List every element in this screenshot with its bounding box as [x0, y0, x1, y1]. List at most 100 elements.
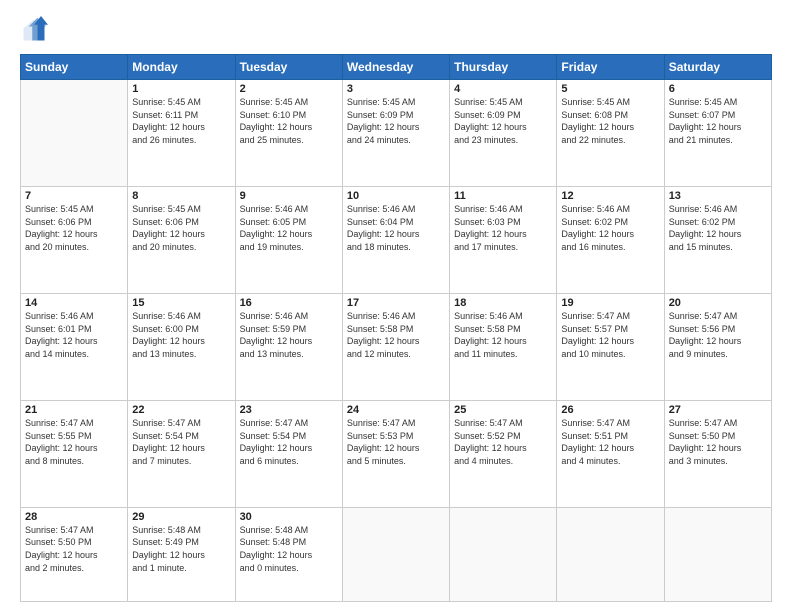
cell-w1-d1: 1Sunrise: 5:45 AMSunset: 6:11 PMDaylight… [128, 80, 235, 187]
cell-w1-d3: 3Sunrise: 5:45 AMSunset: 6:09 PMDaylight… [342, 80, 449, 187]
calendar-table: Sunday Monday Tuesday Wednesday Thursday… [20, 54, 772, 602]
cell-w1-d4: 4Sunrise: 5:45 AMSunset: 6:09 PMDaylight… [450, 80, 557, 187]
cell-w5-d4 [450, 507, 557, 601]
day-number: 1 [132, 83, 230, 95]
day-number: 14 [25, 297, 123, 309]
page: Sunday Monday Tuesday Wednesday Thursday… [0, 0, 792, 612]
day-info: Sunrise: 5:47 AMSunset: 5:52 PMDaylight:… [454, 417, 552, 467]
cell-w3-d0: 14Sunrise: 5:46 AMSunset: 6:01 PMDayligh… [21, 293, 128, 400]
day-number: 20 [669, 297, 767, 309]
cell-w4-d2: 23Sunrise: 5:47 AMSunset: 5:54 PMDayligh… [235, 400, 342, 507]
col-monday: Monday [128, 55, 235, 80]
cell-w1-d0 [21, 80, 128, 187]
day-number: 4 [454, 83, 552, 95]
day-number: 8 [132, 190, 230, 202]
day-number: 11 [454, 190, 552, 202]
day-info: Sunrise: 5:47 AMSunset: 5:54 PMDaylight:… [132, 417, 230, 467]
cell-w4-d6: 27Sunrise: 5:47 AMSunset: 5:50 PMDayligh… [664, 400, 771, 507]
cell-w1-d2: 2Sunrise: 5:45 AMSunset: 6:10 PMDaylight… [235, 80, 342, 187]
day-number: 17 [347, 297, 445, 309]
day-number: 5 [561, 83, 659, 95]
cell-w3-d1: 15Sunrise: 5:46 AMSunset: 6:00 PMDayligh… [128, 293, 235, 400]
day-number: 23 [240, 404, 338, 416]
day-number: 19 [561, 297, 659, 309]
cell-w3-d6: 20Sunrise: 5:47 AMSunset: 5:56 PMDayligh… [664, 293, 771, 400]
col-sunday: Sunday [21, 55, 128, 80]
week-row-3: 14Sunrise: 5:46 AMSunset: 6:01 PMDayligh… [21, 293, 772, 400]
day-number: 12 [561, 190, 659, 202]
day-info: Sunrise: 5:48 AMSunset: 5:49 PMDaylight:… [132, 524, 230, 574]
day-info: Sunrise: 5:45 AMSunset: 6:10 PMDaylight:… [240, 96, 338, 146]
day-info: Sunrise: 5:45 AMSunset: 6:09 PMDaylight:… [347, 96, 445, 146]
cell-w2-d5: 12Sunrise: 5:46 AMSunset: 6:02 PMDayligh… [557, 186, 664, 293]
day-info: Sunrise: 5:46 AMSunset: 6:05 PMDaylight:… [240, 203, 338, 253]
cell-w1-d6: 6Sunrise: 5:45 AMSunset: 6:07 PMDaylight… [664, 80, 771, 187]
week-row-2: 7Sunrise: 5:45 AMSunset: 6:06 PMDaylight… [21, 186, 772, 293]
cell-w4-d5: 26Sunrise: 5:47 AMSunset: 5:51 PMDayligh… [557, 400, 664, 507]
cell-w3-d4: 18Sunrise: 5:46 AMSunset: 5:58 PMDayligh… [450, 293, 557, 400]
day-number: 13 [669, 190, 767, 202]
col-saturday: Saturday [664, 55, 771, 80]
cell-w1-d5: 5Sunrise: 5:45 AMSunset: 6:08 PMDaylight… [557, 80, 664, 187]
cell-w2-d4: 11Sunrise: 5:46 AMSunset: 6:03 PMDayligh… [450, 186, 557, 293]
day-info: Sunrise: 5:47 AMSunset: 5:57 PMDaylight:… [561, 310, 659, 360]
day-number: 30 [240, 511, 338, 523]
day-info: Sunrise: 5:45 AMSunset: 6:11 PMDaylight:… [132, 96, 230, 146]
header [20, 16, 772, 44]
day-number: 29 [132, 511, 230, 523]
day-info: Sunrise: 5:46 AMSunset: 5:58 PMDaylight:… [454, 310, 552, 360]
day-number: 26 [561, 404, 659, 416]
day-info: Sunrise: 5:46 AMSunset: 5:59 PMDaylight:… [240, 310, 338, 360]
day-info: Sunrise: 5:45 AMSunset: 6:06 PMDaylight:… [25, 203, 123, 253]
day-number: 21 [25, 404, 123, 416]
day-info: Sunrise: 5:47 AMSunset: 5:56 PMDaylight:… [669, 310, 767, 360]
day-info: Sunrise: 5:47 AMSunset: 5:50 PMDaylight:… [25, 524, 123, 574]
logo-icon [20, 16, 48, 44]
cell-w3-d5: 19Sunrise: 5:47 AMSunset: 5:57 PMDayligh… [557, 293, 664, 400]
cell-w4-d3: 24Sunrise: 5:47 AMSunset: 5:53 PMDayligh… [342, 400, 449, 507]
week-row-1: 1Sunrise: 5:45 AMSunset: 6:11 PMDaylight… [21, 80, 772, 187]
cell-w5-d0: 28Sunrise: 5:47 AMSunset: 5:50 PMDayligh… [21, 507, 128, 601]
day-number: 25 [454, 404, 552, 416]
cell-w3-d3: 17Sunrise: 5:46 AMSunset: 5:58 PMDayligh… [342, 293, 449, 400]
cell-w5-d3 [342, 507, 449, 601]
col-wednesday: Wednesday [342, 55, 449, 80]
day-info: Sunrise: 5:48 AMSunset: 5:48 PMDaylight:… [240, 524, 338, 574]
day-info: Sunrise: 5:45 AMSunset: 6:09 PMDaylight:… [454, 96, 552, 146]
day-info: Sunrise: 5:46 AMSunset: 6:04 PMDaylight:… [347, 203, 445, 253]
col-thursday: Thursday [450, 55, 557, 80]
cell-w5-d6 [664, 507, 771, 601]
cell-w2-d6: 13Sunrise: 5:46 AMSunset: 6:02 PMDayligh… [664, 186, 771, 293]
cell-w4-d0: 21Sunrise: 5:47 AMSunset: 5:55 PMDayligh… [21, 400, 128, 507]
day-info: Sunrise: 5:47 AMSunset: 5:53 PMDaylight:… [347, 417, 445, 467]
cell-w5-d2: 30Sunrise: 5:48 AMSunset: 5:48 PMDayligh… [235, 507, 342, 601]
day-number: 27 [669, 404, 767, 416]
cell-w2-d2: 9Sunrise: 5:46 AMSunset: 6:05 PMDaylight… [235, 186, 342, 293]
day-number: 3 [347, 83, 445, 95]
day-info: Sunrise: 5:46 AMSunset: 6:00 PMDaylight:… [132, 310, 230, 360]
cell-w5-d1: 29Sunrise: 5:48 AMSunset: 5:49 PMDayligh… [128, 507, 235, 601]
header-row: Sunday Monday Tuesday Wednesday Thursday… [21, 55, 772, 80]
day-info: Sunrise: 5:46 AMSunset: 6:01 PMDaylight:… [25, 310, 123, 360]
logo [20, 16, 52, 44]
day-info: Sunrise: 5:45 AMSunset: 6:06 PMDaylight:… [132, 203, 230, 253]
day-number: 18 [454, 297, 552, 309]
day-number: 10 [347, 190, 445, 202]
day-number: 9 [240, 190, 338, 202]
day-info: Sunrise: 5:46 AMSunset: 5:58 PMDaylight:… [347, 310, 445, 360]
day-info: Sunrise: 5:45 AMSunset: 6:07 PMDaylight:… [669, 96, 767, 146]
col-tuesday: Tuesday [235, 55, 342, 80]
day-info: Sunrise: 5:47 AMSunset: 5:50 PMDaylight:… [669, 417, 767, 467]
day-number: 2 [240, 83, 338, 95]
week-row-5: 28Sunrise: 5:47 AMSunset: 5:50 PMDayligh… [21, 507, 772, 601]
day-info: Sunrise: 5:45 AMSunset: 6:08 PMDaylight:… [561, 96, 659, 146]
day-number: 15 [132, 297, 230, 309]
cell-w2-d3: 10Sunrise: 5:46 AMSunset: 6:04 PMDayligh… [342, 186, 449, 293]
cell-w2-d0: 7Sunrise: 5:45 AMSunset: 6:06 PMDaylight… [21, 186, 128, 293]
cell-w2-d1: 8Sunrise: 5:45 AMSunset: 6:06 PMDaylight… [128, 186, 235, 293]
day-info: Sunrise: 5:47 AMSunset: 5:55 PMDaylight:… [25, 417, 123, 467]
day-number: 28 [25, 511, 123, 523]
day-info: Sunrise: 5:47 AMSunset: 5:54 PMDaylight:… [240, 417, 338, 467]
week-row-4: 21Sunrise: 5:47 AMSunset: 5:55 PMDayligh… [21, 400, 772, 507]
cell-w4-d1: 22Sunrise: 5:47 AMSunset: 5:54 PMDayligh… [128, 400, 235, 507]
